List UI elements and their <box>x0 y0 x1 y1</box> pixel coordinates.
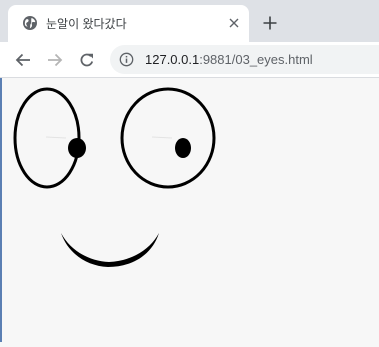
face-drawing <box>13 87 216 267</box>
address-url[interactable]: 127.0.0.1:9881/03_eyes.html <box>145 52 313 67</box>
right-pupil <box>175 138 191 158</box>
browser-tab[interactable]: 눈알이 왔다갔다 <box>8 5 249 42</box>
mouth <box>61 233 159 267</box>
tab-strip: 눈알이 왔다갔다 <box>0 0 379 42</box>
left-eye-outline <box>13 87 81 189</box>
left-eye <box>13 87 86 189</box>
url-host: 127.0.0.1 <box>145 52 200 67</box>
browser-toolbar: 127.0.0.1:9881/03_eyes.html <box>0 42 379 78</box>
address-bar[interactable]: 127.0.0.1:9881/03_eyes.html <box>110 45 379 74</box>
arrow-left-icon[interactable] <box>13 50 33 70</box>
plus-icon[interactable] <box>259 12 281 34</box>
tab-title: 눈알이 왔다갔다 <box>46 17 127 31</box>
right-eye <box>120 87 216 189</box>
globe-icon <box>23 16 37 30</box>
browser-chrome: 눈알이 왔다갔다 127.0.0.1:9881/03_eyes.html <box>0 0 379 78</box>
page-content <box>0 78 379 342</box>
reload-icon[interactable] <box>77 50 97 70</box>
url-path: :9881/03_eyes.html <box>199 52 313 67</box>
left-pupil <box>68 138 86 158</box>
arrow-right-icon[interactable] <box>45 50 65 70</box>
close-icon[interactable] <box>226 15 242 31</box>
info-icon[interactable] <box>119 52 134 67</box>
